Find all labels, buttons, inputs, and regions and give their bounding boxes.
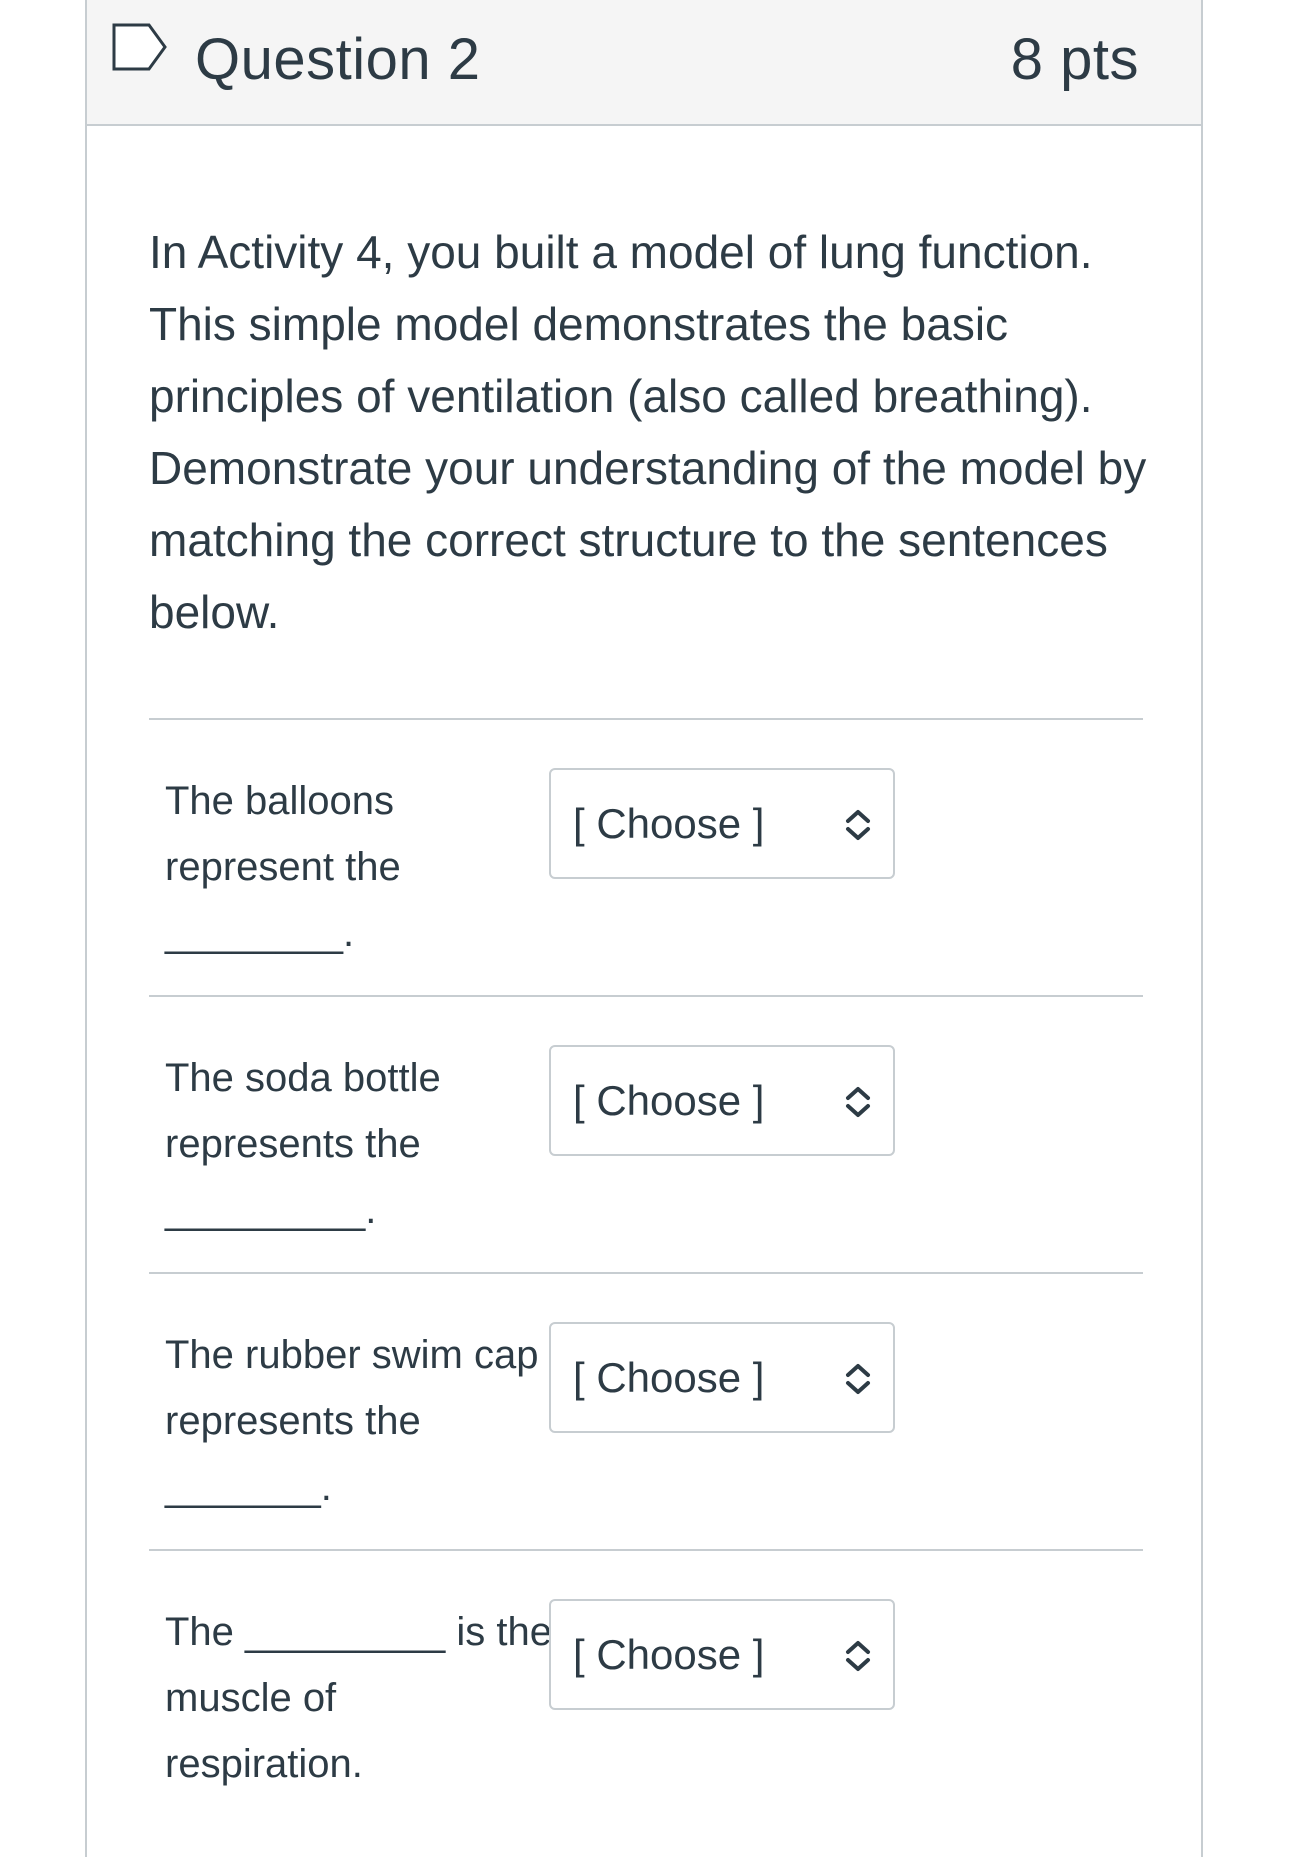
- answer-row: The _________ is the muscle of respirati…: [149, 1549, 1143, 1826]
- answer-list: The balloons represent the ________. [ C…: [149, 718, 1143, 1826]
- question-card: Question 2 8 pts In Activity 4, you buil…: [85, 0, 1203, 1857]
- answer-select[interactable]: [ Choose ]: [549, 1322, 895, 1433]
- question-header: Question 2 8 pts: [87, 0, 1201, 126]
- answer-select[interactable]: [ Choose ]: [549, 1045, 895, 1156]
- answer-row: The balloons represent the ________. [ C…: [149, 718, 1143, 995]
- chevron-up-down-icon: [846, 1641, 870, 1671]
- answer-line: represent the: [165, 845, 401, 889]
- answer-line: The balloons: [165, 779, 395, 823]
- answer-line: muscle of: [165, 1676, 337, 1720]
- answer-blank: ________.: [165, 911, 355, 955]
- answer-line: The soda bottle: [165, 1056, 441, 1100]
- answer-line: The _________ is the: [165, 1610, 552, 1654]
- question-points: 8 pts: [1010, 27, 1139, 92]
- answer-select[interactable]: [ Choose ]: [549, 1599, 895, 1710]
- chevron-up-down-icon: [846, 1364, 870, 1394]
- answer-blank: _______.: [165, 1465, 332, 1509]
- select-value: [ Choose ]: [573, 1077, 765, 1124]
- select-value: [ Choose ]: [573, 1354, 765, 1401]
- answer-select[interactable]: [ Choose ]: [549, 768, 895, 879]
- select-value: [ Choose ]: [573, 1631, 765, 1678]
- answer-line: The rubber swim cap: [165, 1333, 539, 1377]
- chevron-up-down-icon: [846, 810, 870, 840]
- question-prompt: In Activity 4, you built a model of lung…: [149, 226, 1147, 638]
- chevron-up-down-icon: [846, 1087, 870, 1117]
- answer-text: The soda bottle represents the _________…: [165, 1045, 550, 1243]
- answer-row: The rubber swim cap represents the _____…: [149, 1272, 1143, 1549]
- answer-line: represents the: [165, 1122, 421, 1166]
- answer-row: The soda bottle represents the _________…: [149, 995, 1143, 1272]
- answer-blank: _________.: [165, 1188, 377, 1232]
- answer-text: The balloons represent the ________.: [165, 768, 550, 966]
- answer-text: The _________ is the muscle of respirati…: [165, 1599, 552, 1797]
- select-value: [ Choose ]: [573, 800, 765, 847]
- answer-text: The rubber swim cap represents the _____…: [165, 1322, 550, 1520]
- answer-line: represents the: [165, 1399, 421, 1443]
- answer-line: respiration.: [165, 1742, 363, 1786]
- bookmark-flag-icon[interactable]: [111, 22, 169, 72]
- question-title: Question 2: [195, 27, 481, 92]
